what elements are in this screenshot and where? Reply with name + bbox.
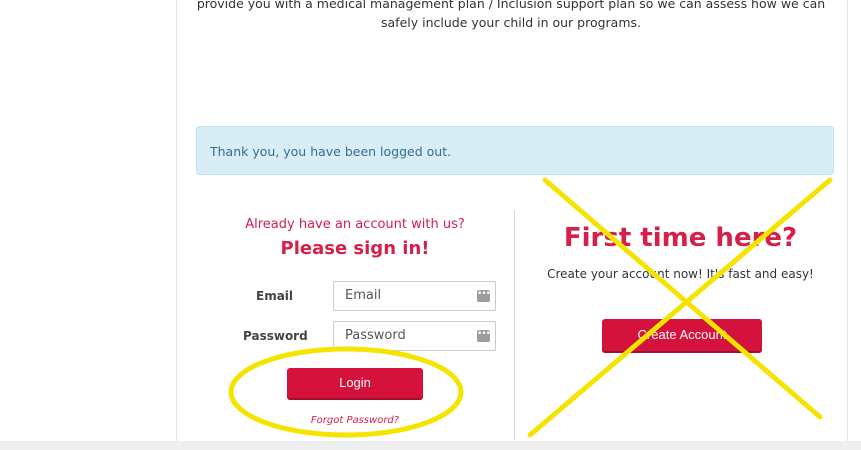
- login-button[interactable]: Login: [287, 368, 423, 398]
- login-section: Already have an account with us? Please …: [196, 216, 514, 262]
- password-manager-icon[interactable]: •••: [477, 290, 491, 302]
- password-field[interactable]: Password •••: [333, 321, 496, 351]
- bottom-scroll-bar: [0, 441, 861, 450]
- create-account-button[interactable]: Create Account: [602, 319, 762, 351]
- password-label: Password: [243, 329, 308, 343]
- logout-alert: Thank you, you have been logged out.: [196, 126, 834, 175]
- password-manager-icon[interactable]: •••: [477, 330, 491, 342]
- password-placeholder: Password: [345, 328, 406, 343]
- login-heading: Please sign in!: [280, 238, 430, 259]
- email-field[interactable]: Email •••: [333, 281, 496, 311]
- email-label: Email: [256, 289, 294, 303]
- forgot-password-link[interactable]: Forgot Password?: [287, 415, 423, 426]
- intro-line-1: provide you with a medical management pl…: [196, 0, 826, 11]
- register-heading: First time here?: [563, 223, 798, 253]
- login-question: Already have an account with us?: [245, 217, 465, 232]
- register-subtext: Create your account now! It's fast and e…: [547, 267, 814, 281]
- intro-line-2: safely include your child in our program…: [381, 15, 641, 30]
- intro-text: provide you with a medical management pl…: [176, 0, 846, 32]
- email-placeholder: Email: [345, 288, 382, 303]
